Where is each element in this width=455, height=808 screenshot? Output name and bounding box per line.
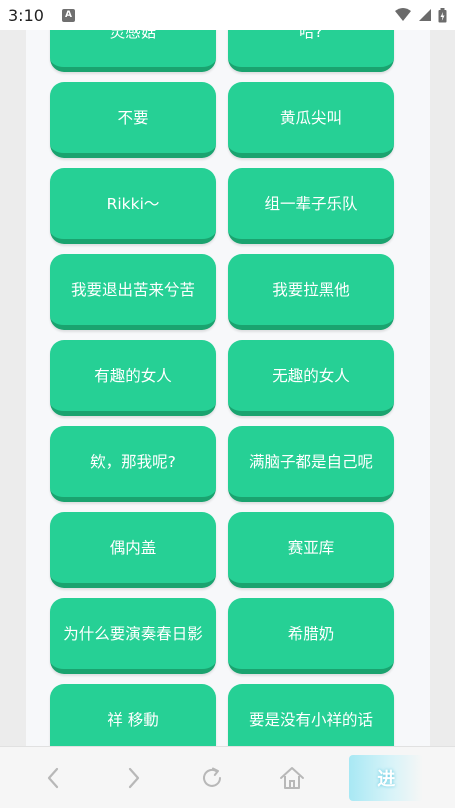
sound-button[interactable]: 赛亚库 xyxy=(228,512,394,588)
sound-button[interactable]: 有趣的女人 xyxy=(50,340,216,416)
sound-button[interactable]: 我要拉黑他 xyxy=(228,254,394,330)
sound-button[interactable]: 希腊奶 xyxy=(228,598,394,674)
wifi-icon xyxy=(395,8,411,21)
side-margin-left xyxy=(0,30,26,746)
sound-board-panel[interactable]: 灵感菇 哈? 不要 黄瓜尖叫 Rikki～ 组一辈子乐队 我要退出苦来兮苦 我要… xyxy=(26,30,430,746)
sound-button[interactable]: 灵感菇 xyxy=(50,30,216,72)
sound-button[interactable]: 哈? xyxy=(228,30,394,72)
status-bar: 3:10 A xyxy=(0,0,455,30)
sound-button[interactable]: 无趣的女人 xyxy=(228,340,394,416)
sound-button[interactable]: 不要 xyxy=(50,82,216,158)
side-margin-right xyxy=(429,30,455,746)
sound-button[interactable]: 欸，那我呢? xyxy=(50,426,216,502)
status-icons xyxy=(394,7,447,23)
battery-icon xyxy=(438,7,447,22)
sound-button[interactable]: 组一辈子乐队 xyxy=(228,168,394,244)
app-notification-icon: A xyxy=(61,8,75,22)
sound-button[interactable]: 黄瓜尖叫 xyxy=(228,82,394,158)
sound-button[interactable]: 为什么要演奏春日影 xyxy=(50,598,216,674)
sound-button[interactable]: 满脑子都是自己呢 xyxy=(228,426,394,502)
browser-nav-bar: 进 xyxy=(0,746,455,808)
webview-content[interactable]: 灵感菇 哈? 不要 黄瓜尖叫 Rikki～ 组一辈子乐队 我要退出苦来兮苦 我要… xyxy=(0,30,455,746)
sound-button-grid: 灵感菇 哈? 不要 黄瓜尖叫 Rikki～ 组一辈子乐队 我要退出苦来兮苦 我要… xyxy=(50,30,394,746)
sound-button[interactable]: 偶内盖 xyxy=(50,512,216,588)
app-screen: 3:10 A 灵感菇 哈? 不要 黄瓜尖叫 Rikki～ 组一辈子乐队 我要退出… xyxy=(0,0,455,808)
back-button[interactable] xyxy=(32,756,76,800)
home-button[interactable] xyxy=(270,756,314,800)
signal-icon xyxy=(419,9,431,21)
forward-button[interactable] xyxy=(111,756,155,800)
sound-button[interactable]: 要是没有小祥的话 xyxy=(228,684,394,746)
chevron-right-icon xyxy=(128,767,140,788)
status-time: 3:10 xyxy=(8,5,44,25)
home-icon xyxy=(279,766,304,789)
sound-button[interactable]: Rikki～ xyxy=(50,168,216,244)
ad-banner-button[interactable]: 进 xyxy=(349,754,424,801)
refresh-button[interactable] xyxy=(190,756,234,800)
sound-button[interactable]: 我要退出苦来兮苦 xyxy=(50,254,216,330)
refresh-icon xyxy=(203,767,222,787)
chevron-left-icon xyxy=(47,767,58,788)
sound-button[interactable]: 祥 移動 xyxy=(50,684,216,746)
